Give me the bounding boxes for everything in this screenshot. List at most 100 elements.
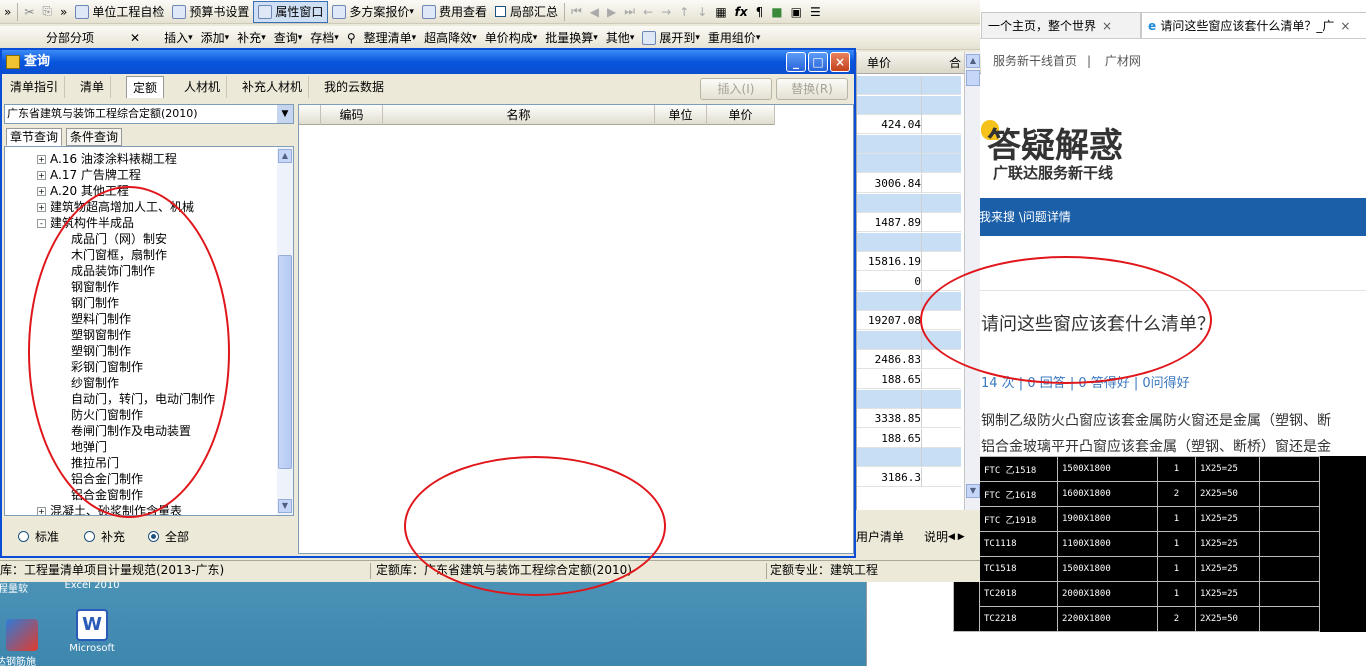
total-cell[interactable] xyxy=(921,448,961,468)
total-cell[interactable] xyxy=(921,252,961,272)
expand-to-button[interactable]: 展开到 xyxy=(638,27,704,49)
radio-supplement[interactable]: 补充 xyxy=(84,528,125,545)
overflow-icon[interactable]: » xyxy=(56,1,71,23)
overflow-icon[interactable]: » xyxy=(0,1,15,23)
table-row[interactable] xyxy=(857,154,961,174)
unit-price-cell[interactable]: 2486.83 xyxy=(857,350,921,369)
binoculars-icon[interactable]: ⚲ xyxy=(343,27,360,49)
nav-next-icon[interactable]: ▶ xyxy=(603,1,620,23)
close-icon[interactable]: × xyxy=(830,52,850,72)
table-row[interactable] xyxy=(857,95,961,115)
tab-cloud-data[interactable]: 我的云数据 xyxy=(318,76,390,98)
cut-icon[interactable]: ✂ xyxy=(20,1,38,23)
total-cell[interactable] xyxy=(921,232,961,252)
desktop-icon-word[interactable]: Excel 2010 W Microsoft xyxy=(52,580,132,654)
batch-convert-button[interactable]: 批量换算 xyxy=(541,27,602,49)
total-cell[interactable] xyxy=(921,428,961,448)
arrow-left-icon[interactable]: ← xyxy=(639,1,657,23)
tree-folder[interactable]: + A.16 油漆涂料裱糊工程 xyxy=(37,151,177,167)
arrow-up-icon[interactable]: ↑ xyxy=(675,1,693,23)
table-row[interactable]: 188.65 xyxy=(857,370,961,389)
organize-list-button[interactable]: 整理清单 xyxy=(360,27,421,49)
radio-standard[interactable]: 标准 xyxy=(18,528,59,545)
table-row[interactable]: 424.04 xyxy=(857,115,961,135)
column-header-price[interactable]: 单价 xyxy=(707,105,775,125)
archive-button[interactable]: 存档 xyxy=(306,27,343,49)
column-header-unit[interactable]: 单位 xyxy=(655,105,707,125)
total-cell[interactable] xyxy=(921,154,961,174)
total-cell[interactable] xyxy=(921,213,961,233)
self-check-button[interactable]: 单位工程自检 xyxy=(71,1,168,23)
arrow-right-icon[interactable]: → xyxy=(657,1,675,23)
fee-view-button[interactable]: 费用查看 xyxy=(418,1,491,23)
total-cell[interactable] xyxy=(921,95,961,115)
tab-list-guide[interactable]: 清单指引 xyxy=(4,76,66,98)
table-row[interactable] xyxy=(857,389,961,409)
material-link[interactable]: 广材网 xyxy=(1105,54,1141,68)
nav-prev-icon[interactable]: ◀ xyxy=(586,1,603,23)
unit-price-button[interactable]: 单价构成 xyxy=(481,27,542,49)
partial-summary-checkbox[interactable]: 局部汇总 xyxy=(491,1,562,23)
tab-supplement-material[interactable]: 补充人材机 xyxy=(236,76,310,98)
unit-price-cell[interactable]: 424.04 xyxy=(857,115,921,134)
expand-icon[interactable]: + xyxy=(37,507,46,515)
scroll-down-icon[interactable]: ▼ xyxy=(278,499,292,513)
formula-icon[interactable]: fx xyxy=(731,1,752,23)
table-row[interactable] xyxy=(857,232,961,252)
height-reduction-button[interactable]: 超高降效 xyxy=(420,27,481,49)
query-title-bar[interactable]: 查询 _ □ × xyxy=(2,50,854,74)
total-cell[interactable] xyxy=(921,134,961,154)
scroll-up-icon[interactable]: ▲ xyxy=(278,149,292,163)
nav-first-icon[interactable]: ⏮ xyxy=(567,1,586,23)
tab-scroll-arrows-icon[interactable]: ◀ ▶ xyxy=(948,526,965,548)
unit-price-cell[interactable]: 188.65 xyxy=(857,429,921,448)
chevron-down-icon[interactable]: ▼ xyxy=(277,105,293,123)
column-header[interactable]: 合 xyxy=(949,52,961,74)
scroll-thumb[interactable] xyxy=(278,255,292,469)
minimize-icon[interactable]: _ xyxy=(786,52,806,72)
add-button[interactable]: 添加 xyxy=(197,27,234,49)
table-row[interactable] xyxy=(857,76,961,95)
unit-price-cell[interactable]: 188.65 xyxy=(857,370,921,389)
supplement-button[interactable]: 补充 xyxy=(233,27,270,49)
unit-price-cell[interactable]: 19207.08 xyxy=(857,311,921,330)
close-icon[interactable]: × xyxy=(1102,13,1112,38)
tab-description[interactable]: 说明 xyxy=(924,526,948,548)
total-cell[interactable] xyxy=(921,409,961,429)
total-cell[interactable] xyxy=(921,76,961,95)
total-cell[interactable] xyxy=(921,115,961,135)
expand-icon[interactable]: + xyxy=(37,187,46,196)
unit-price-cell[interactable]: 1487.89 xyxy=(857,213,921,232)
scroll-down-icon[interactable]: ▼ xyxy=(966,484,980,498)
image-icon[interactable]: ▣ xyxy=(787,1,806,23)
unit-price-cell[interactable]: 0 xyxy=(857,272,921,291)
table-row[interactable]: 3338.85 xyxy=(857,409,961,429)
tab-labor-material[interactable]: 人材机 xyxy=(178,76,228,98)
vertical-scrollbar[interactable]: ▲ ▼ xyxy=(277,147,293,515)
insert-button[interactable]: 插入(I) xyxy=(700,78,772,100)
table-row[interactable] xyxy=(857,193,961,213)
column-header-name[interactable]: 名称 xyxy=(383,105,655,125)
close-icon[interactable]: ✕ xyxy=(126,27,144,49)
maximize-icon[interactable]: □ xyxy=(808,52,828,72)
table-row[interactable]: 188.65 xyxy=(857,428,961,448)
table-row[interactable] xyxy=(857,134,961,154)
insert-button[interactable]: 插入 xyxy=(160,27,197,49)
reuse-pricing-button[interactable]: 重用组价 xyxy=(704,27,765,49)
radio-all[interactable]: 全部 xyxy=(148,528,189,545)
nav-last-icon[interactable]: ⏭ xyxy=(620,1,639,23)
tree-folder[interactable]: + A.17 广告牌工程 xyxy=(37,167,141,183)
query-button[interactable]: 查询 xyxy=(270,27,307,49)
unit-price-cell[interactable]: 3006.84 xyxy=(857,174,921,193)
expand-icon[interactable]: + xyxy=(37,155,46,164)
cube-icon[interactable]: ■ xyxy=(767,1,786,23)
browser-tab-2[interactable]: e 请问这些窗应该套什么清单？_广 × xyxy=(1141,12,1366,38)
tab-list[interactable]: 清单 xyxy=(74,76,112,98)
tab-quota[interactable]: 定额 xyxy=(126,76,165,98)
expand-icon[interactable]: + xyxy=(37,171,46,180)
property-window-button[interactable]: 属性窗口 xyxy=(253,0,329,23)
close-icon[interactable]: × xyxy=(1340,13,1350,38)
home-link[interactable]: 服务新干线首页 xyxy=(993,54,1077,68)
tab-condition-query[interactable]: 条件查询 xyxy=(66,128,123,146)
unit-price-cell[interactable]: 3186.3 xyxy=(857,468,921,487)
